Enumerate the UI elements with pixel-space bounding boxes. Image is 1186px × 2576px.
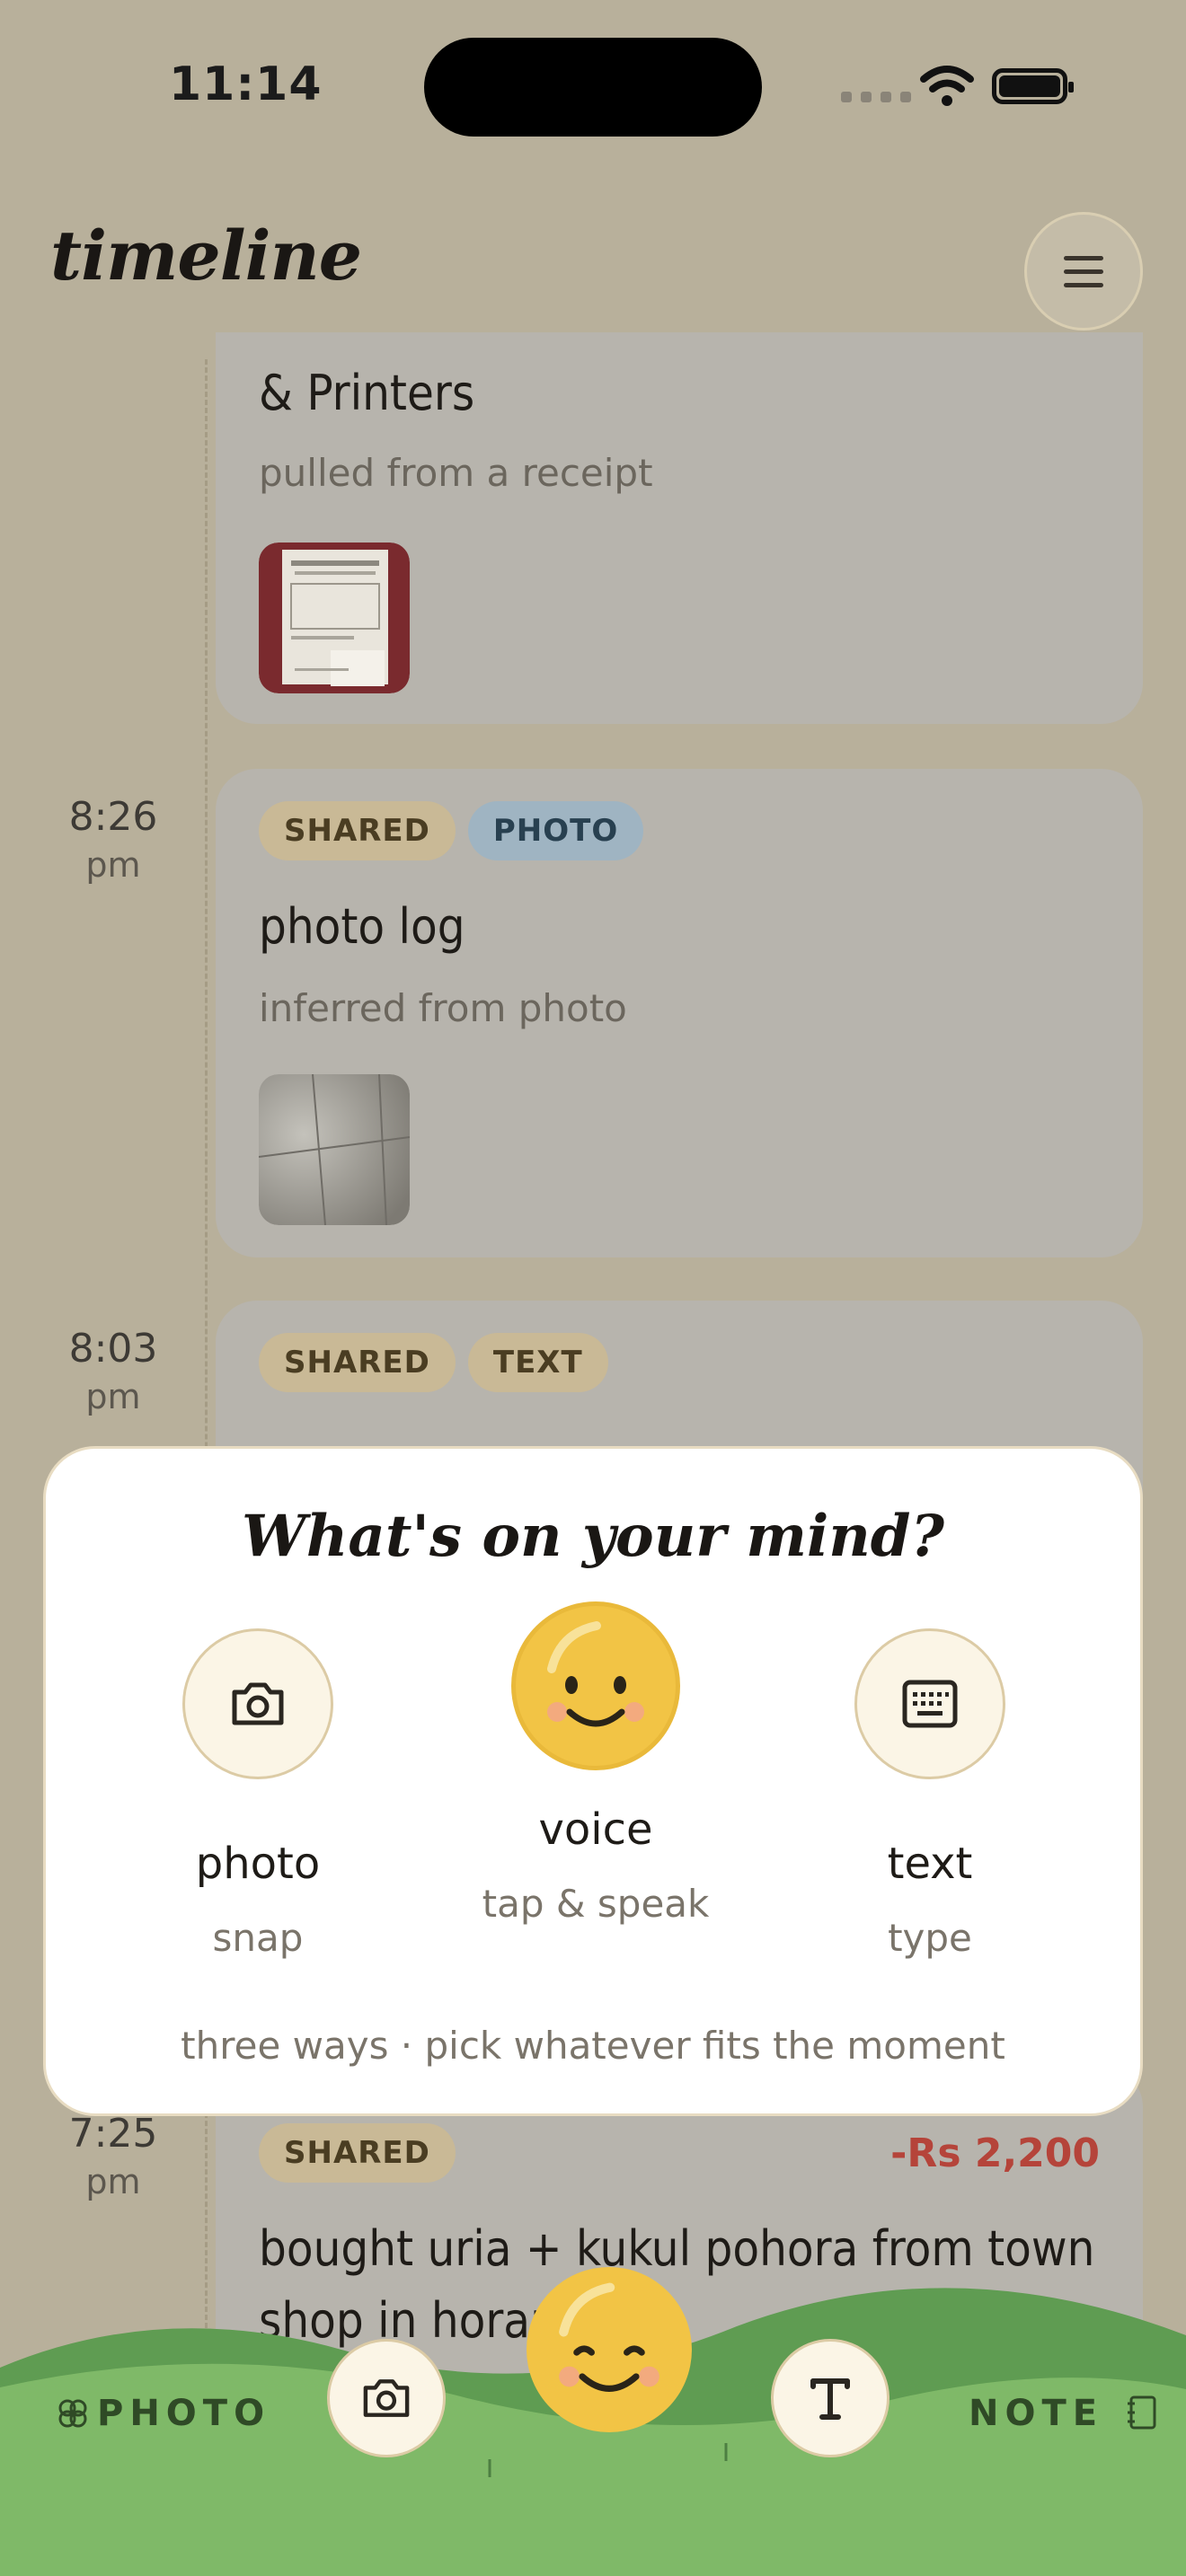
voice-option[interactable]: voice tap & speak [461,1601,730,1926]
tag-shared: SHARED [259,2123,456,2183]
photo-option[interactable]: photo snap [123,1628,393,1960]
camera-fab[interactable] [327,2339,446,2457]
tag-row: SHARED TEXT [259,1333,621,1392]
tile-thumbnail[interactable] [259,1074,410,1225]
cellular-signal-icon [841,92,911,102]
camera-icon [232,1682,284,1725]
battery-icon [992,68,1074,104]
status-icons [841,65,1078,110]
capture-prompt-card: What's on your mind? photo snap voice ta… [43,1446,1143,2116]
card-subtitle: pulled from a receipt [259,451,653,495]
wifi-icon [920,66,974,106]
tag-row: SHARED [259,2123,468,2183]
flower-icon [58,2399,87,2428]
menu-button[interactable] [1024,212,1143,331]
text-option-button[interactable] [854,1628,1005,1779]
dynamic-island [424,38,762,137]
time-label: 7:25 pm [68,2111,158,2201]
option-label: text [887,1839,973,1889]
text-option[interactable]: text type [795,1628,1065,1960]
option-sub: snap [212,1916,304,1960]
option-label: voice [538,1804,653,1855]
tag-shared: SHARED [259,1333,456,1392]
photo-nav-item[interactable]: PHOTO [56,2393,270,2434]
amount-label: -Rs 2,200 [890,2130,1100,2176]
time-label: 8:26 pm [68,794,158,885]
page-title: timeline [50,216,362,296]
card-title: photo log [259,898,465,955]
time-label: 8:03 pm [68,1326,158,1416]
keyboard-icon [902,1680,958,1728]
tag-photo: PHOTO [467,801,644,860]
timeline-card[interactable]: & Printers pulled from a receipt [216,332,1143,724]
status-time: 11:14 [169,57,323,111]
tag-row: SHARED PHOTO [259,801,656,860]
tag-text: TEXT [467,1333,608,1392]
note-nav-item[interactable]: NOTE [969,2393,1158,2434]
photo-option-button[interactable] [182,1628,333,1779]
option-sub: tap & speak [482,1882,710,1926]
option-sub: type [888,1916,972,1960]
card-title: & Printers [259,365,475,421]
option-label: photo [195,1839,321,1889]
notebook-icon [1128,2395,1156,2430]
prompt-footer: three ways · pick whatever fits the mome… [181,2024,1005,2068]
card-subtitle: inferred from photo [259,986,627,1030]
timeline-card[interactable]: SHARED PHOTO photo log inferred from phot… [216,769,1143,1257]
smiley-icon [547,1621,644,1727]
smiley-icon [559,2282,659,2392]
prompt-title: What's on your mind? [241,1503,945,1570]
voice-fab[interactable] [527,2267,692,2432]
hamburger-icon [1064,255,1103,260]
camera-icon [363,2379,410,2417]
receipt-thumbnail[interactable] [259,543,410,693]
text-icon [810,2378,850,2420]
text-fab[interactable] [771,2339,890,2457]
tag-shared: SHARED [259,801,456,860]
voice-option-button[interactable] [511,1601,680,1770]
